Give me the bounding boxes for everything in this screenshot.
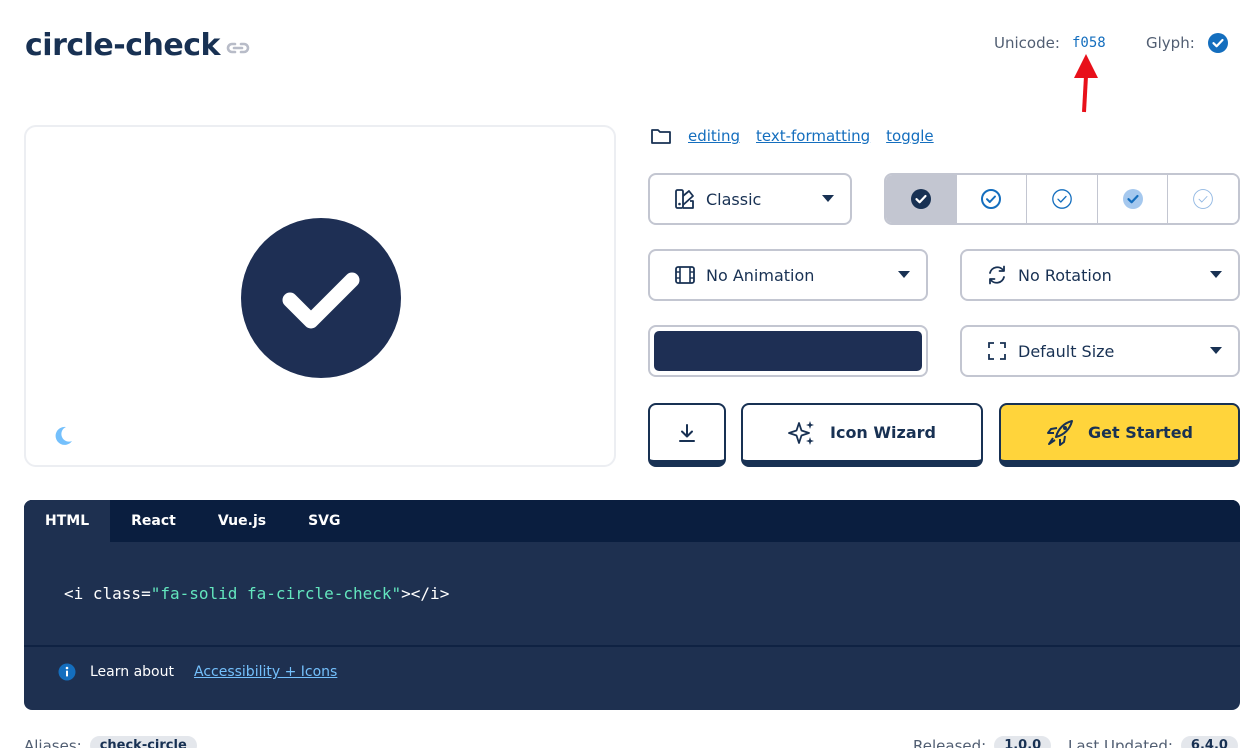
animation-select[interactable]: No Animation — [648, 249, 928, 301]
style-duotone-button[interactable] — [1097, 175, 1169, 223]
glyph-circle-check-icon[interactable] — [1208, 33, 1228, 53]
family-select[interactable]: Classic — [648, 173, 852, 225]
released-label: Released: — [913, 736, 987, 748]
circle-check-solid-icon — [910, 189, 931, 209]
red-arrow-annotation — [1074, 54, 1098, 113]
color-picker[interactable] — [648, 325, 928, 377]
moon-icon[interactable] — [52, 425, 74, 447]
style-thin-button[interactable] — [1168, 175, 1238, 223]
icon-wizard-button[interactable]: Icon Wizard — [741, 403, 983, 467]
updated-badge: 6.4.0 — [1180, 736, 1238, 748]
code-tab-bar: HTML React Vue.js SVG — [24, 500, 1240, 542]
caret-down-icon — [898, 271, 910, 278]
caret-down-icon — [1210, 347, 1222, 354]
code-panel: HTML React Vue.js SVG <i class="fa-solid… — [24, 500, 1240, 710]
download-icon — [679, 423, 695, 442]
icon-preview — [24, 125, 616, 467]
size-select-value: Default Size — [1018, 341, 1115, 361]
released-badge: 1.0.0 — [994, 736, 1052, 748]
folder-icon — [651, 129, 671, 144]
released-row: Released: 1.0.0 — [913, 736, 1052, 748]
code-snippet-value: "fa-solid fa-circle-check" — [150, 584, 402, 603]
page-title: circle-check — [25, 28, 220, 63]
aliases-label: Aliases: — [24, 736, 82, 748]
code-snippet-prefix: <i class= — [64, 584, 151, 603]
unicode-label: Unicode: — [994, 34, 1060, 52]
circle-check-thin-icon — [1193, 189, 1214, 209]
color-swatch — [654, 331, 922, 371]
accessibility-link[interactable]: Accessibility + Icons — [194, 664, 337, 680]
expand-icon — [988, 342, 1006, 360]
circle-check-icon — [241, 218, 401, 378]
tab-react[interactable]: React — [110, 500, 197, 542]
sparkles-icon — [788, 420, 814, 445]
icon-wizard-label: Icon Wizard — [830, 423, 936, 442]
caret-down-icon — [1210, 271, 1222, 278]
link-icon[interactable] — [224, 38, 252, 58]
tab-html[interactable]: HTML — [24, 500, 111, 542]
circle-check-duotone-icon — [1122, 189, 1143, 209]
glyph-label: Glyph: — [1146, 34, 1195, 52]
circle-check-regular-icon — [981, 189, 1002, 209]
get-started-button[interactable]: Get Started — [999, 403, 1240, 467]
code-footer: Learn about Accessibility + Icons — [24, 647, 1240, 681]
rotation-select[interactable]: No Rotation — [960, 249, 1240, 301]
tag-link[interactable]: editing — [688, 127, 740, 145]
rocket-icon — [1046, 419, 1073, 446]
style-toggle-group — [884, 173, 1240, 225]
aliases-row: Aliases: check-circle — [24, 736, 197, 748]
learn-about-label: Learn about — [90, 664, 174, 680]
tag-link[interactable]: text-formatting — [756, 127, 870, 145]
unicode-value[interactable]: f058 — [1072, 35, 1106, 51]
tab-vuejs[interactable]: Vue.js — [197, 500, 287, 542]
get-started-label: Get Started — [1087, 423, 1193, 442]
tag-link[interactable]: toggle — [886, 127, 934, 145]
style-light-button[interactable] — [1027, 175, 1098, 223]
updated-row: Last Updated: 6.4.0 — [1068, 736, 1238, 748]
code-snippet-suffix: ></i> — [401, 584, 450, 603]
rotate-icon — [989, 265, 1005, 285]
info-icon — [58, 663, 76, 681]
palette-icon — [675, 189, 694, 209]
size-select[interactable]: Default Size — [960, 325, 1240, 377]
alias-badge[interactable]: check-circle — [89, 736, 197, 748]
download-button[interactable] — [648, 403, 726, 467]
animation-select-value: No Animation — [706, 265, 815, 285]
updated-label: Last Updated: — [1068, 736, 1173, 748]
caret-down-icon — [822, 195, 834, 202]
style-regular-button[interactable] — [956, 175, 1028, 223]
family-select-value: Classic — [706, 189, 762, 209]
code-snippet[interactable]: <i class="fa-solid fa-circle-check"></i> — [24, 542, 1240, 647]
tab-svg[interactable]: SVG — [287, 500, 361, 542]
tag-list: editing text-formatting toggle — [650, 126, 950, 146]
film-icon — [675, 266, 695, 284]
style-solid-button[interactable] — [886, 175, 957, 223]
circle-check-light-icon — [1052, 189, 1072, 209]
rotation-select-value: No Rotation — [1018, 265, 1112, 285]
